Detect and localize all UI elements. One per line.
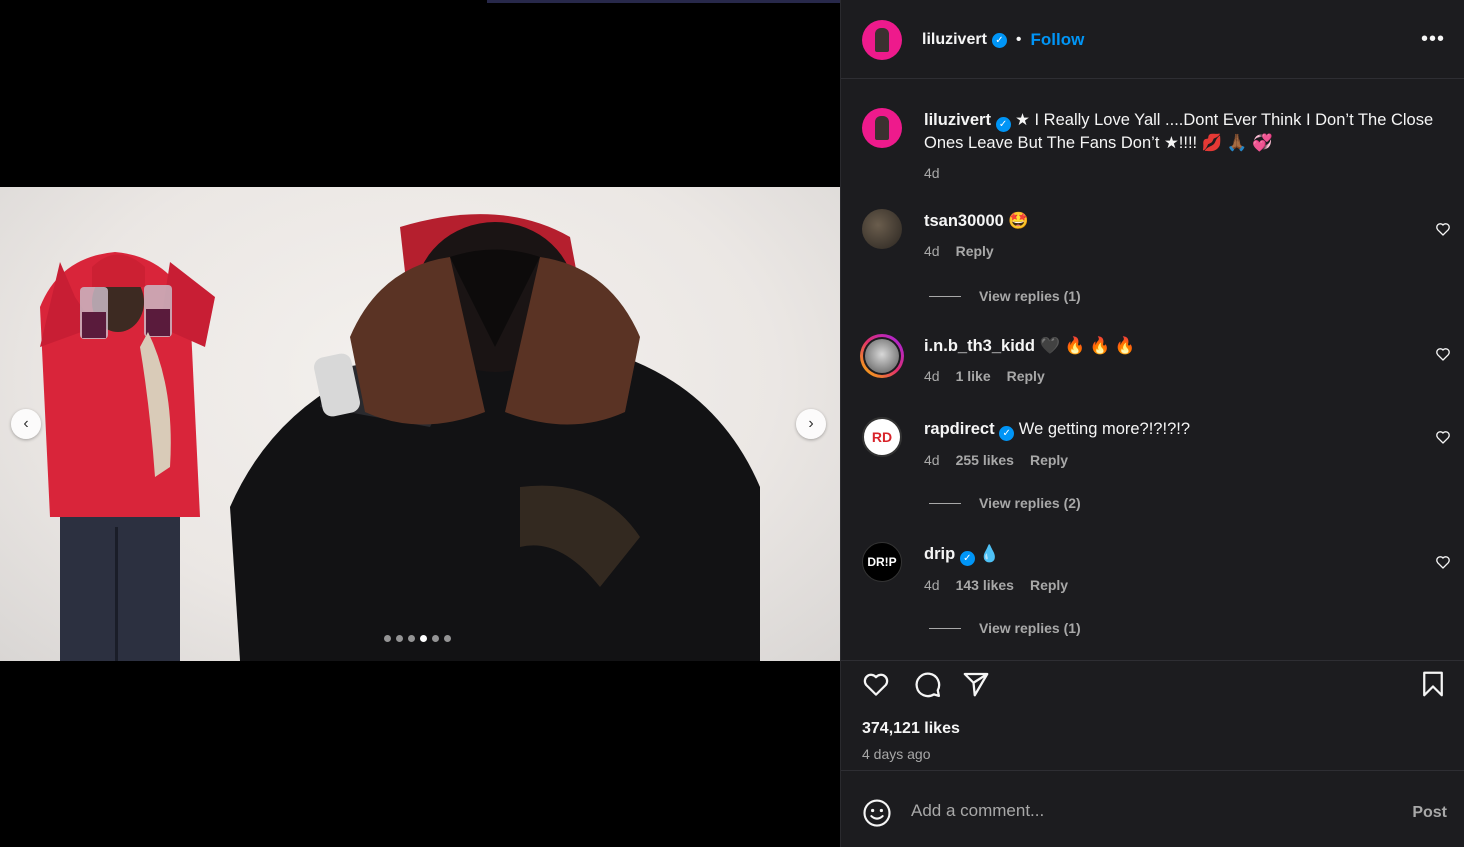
comment-composer: Post bbox=[841, 770, 1464, 847]
like-comment-heart-icon[interactable] bbox=[1435, 429, 1451, 445]
comment-text: 🖤 🔥 🔥 🔥 bbox=[1039, 337, 1136, 355]
view-replies-button[interactable]: View replies (1) bbox=[929, 620, 1081, 636]
comment-text: 🤩 bbox=[1008, 212, 1029, 230]
slide-dot bbox=[384, 635, 391, 642]
photo-illustration bbox=[40, 214, 760, 661]
replies-divider-line bbox=[929, 627, 961, 629]
like-comment-heart-icon[interactable] bbox=[1435, 554, 1451, 570]
comment-text: 💧 bbox=[979, 545, 1000, 563]
share-send-icon[interactable] bbox=[961, 669, 991, 699]
slide-dot bbox=[396, 635, 403, 642]
slide-dot bbox=[432, 635, 439, 642]
post-date: 4 days ago bbox=[862, 746, 931, 762]
slide-indicator bbox=[384, 635, 451, 642]
post-photo[interactable] bbox=[0, 187, 840, 661]
follow-button[interactable]: Follow bbox=[1031, 30, 1085, 50]
slide-dot-active bbox=[420, 635, 427, 642]
avatar-logo-text: RD bbox=[871, 429, 893, 445]
commenter-avatar[interactable]: RD bbox=[862, 417, 902, 457]
slide-dot bbox=[444, 635, 451, 642]
reply-button[interactable]: Reply bbox=[1030, 449, 1068, 471]
verified-badge-icon: ✓ bbox=[999, 426, 1015, 441]
more-options-icon[interactable]: ••• bbox=[1421, 28, 1445, 51]
commenter-avatar[interactable] bbox=[862, 209, 902, 249]
avatar-figure bbox=[875, 116, 889, 140]
media-top-strip bbox=[487, 0, 840, 3]
emoji-smiley-icon[interactable] bbox=[862, 798, 892, 828]
comment-body: i.n.b_th3_kidd 🖤 🔥 🔥 🔥 4d 1 like Reply bbox=[924, 335, 1425, 387]
view-replies-label: View replies (2) bbox=[979, 495, 1081, 511]
post-header: liluzivert ✓ • Follow ••• bbox=[841, 0, 1464, 79]
comment-text: We getting more?!?!?!? bbox=[1018, 420, 1191, 438]
caption-time: 4d bbox=[924, 165, 940, 181]
verified-badge-icon: ✓ bbox=[991, 32, 1007, 48]
chevron-right-icon: › bbox=[808, 415, 814, 432]
comment-username[interactable]: tsan30000 bbox=[924, 212, 1004, 230]
post-comment-button[interactable]: Post bbox=[1412, 804, 1447, 822]
comment-meta: 4d 143 likes Reply bbox=[924, 574, 1425, 596]
verified-badge-icon: ✓ bbox=[995, 117, 1011, 132]
author-username[interactable]: liluzivert bbox=[922, 31, 987, 49]
like-heart-icon[interactable] bbox=[861, 669, 891, 699]
commenter-avatar-story-ring[interactable] bbox=[860, 334, 904, 378]
comment-username[interactable]: rapdirect bbox=[924, 420, 995, 438]
comment-likes[interactable]: 143 likes bbox=[956, 574, 1014, 596]
comment-bubble-icon[interactable] bbox=[912, 669, 942, 699]
caption-avatar[interactable] bbox=[862, 108, 902, 148]
media-viewer: ‹ › bbox=[0, 0, 840, 847]
previous-slide-button[interactable]: ‹ bbox=[11, 409, 41, 439]
avatar-figure bbox=[875, 28, 889, 52]
like-comment-heart-icon[interactable] bbox=[1435, 346, 1451, 362]
bookmark-save-icon[interactable] bbox=[1418, 669, 1448, 699]
likes-count[interactable]: 374,121 likes bbox=[862, 720, 960, 738]
comment-username[interactable]: i.n.b_th3_kidd bbox=[924, 337, 1035, 355]
verified-badge-icon: ✓ bbox=[959, 551, 975, 566]
commenter-avatar[interactable]: DR!P bbox=[862, 542, 902, 582]
replies-divider-line bbox=[929, 295, 961, 297]
post-actions: 374,121 likes 4 days ago bbox=[841, 660, 1464, 770]
separator-dot: • bbox=[1015, 31, 1022, 48]
comment-body: rapdirect ✓ We getting more?!?!?!? 4d 25… bbox=[924, 418, 1425, 471]
view-replies-button[interactable]: View replies (1) bbox=[929, 288, 1081, 304]
avatar-photo bbox=[865, 339, 899, 373]
comment-time: 4d bbox=[924, 368, 940, 384]
caption-body: liluzivert ✓ ★ I Really Love Yall ....Do… bbox=[924, 109, 1447, 184]
replies-divider-line bbox=[929, 502, 961, 504]
author-avatar[interactable] bbox=[862, 20, 902, 60]
avatar-logo-text: DR!P bbox=[867, 555, 897, 569]
view-replies-button[interactable]: View replies (2) bbox=[929, 495, 1081, 511]
comment-likes[interactable]: 1 like bbox=[956, 365, 991, 387]
comment-meta: 4d Reply bbox=[924, 240, 1425, 262]
caption-username[interactable]: liluzivert bbox=[924, 111, 991, 129]
view-replies-label: View replies (1) bbox=[979, 620, 1081, 636]
reply-button[interactable]: Reply bbox=[956, 240, 994, 262]
caption-meta: 4d bbox=[924, 162, 1447, 184]
comment-meta: 4d 1 like Reply bbox=[924, 365, 1425, 387]
comment-username[interactable]: drip bbox=[924, 545, 955, 563]
reply-button[interactable]: Reply bbox=[1030, 574, 1068, 596]
comment-time: 4d bbox=[924, 452, 940, 468]
comments-list: liluzivert ✓ ★ I Really Love Yall ....Do… bbox=[841, 80, 1464, 660]
view-replies-label: View replies (1) bbox=[979, 288, 1081, 304]
comment-input[interactable] bbox=[911, 801, 1371, 821]
like-comment-heart-icon[interactable] bbox=[1435, 221, 1451, 237]
chevron-left-icon: ‹ bbox=[23, 415, 29, 432]
comment-time: 4d bbox=[924, 577, 940, 593]
comment-body: drip ✓ 💧 4d 143 likes Reply bbox=[924, 543, 1425, 596]
reply-button[interactable]: Reply bbox=[1007, 365, 1045, 387]
avatar-inner bbox=[863, 337, 901, 375]
comment-likes[interactable]: 255 likes bbox=[956, 449, 1014, 471]
slide-dot bbox=[408, 635, 415, 642]
comment-meta: 4d 255 likes Reply bbox=[924, 449, 1425, 471]
comment-body: tsan30000 🤩 4d Reply bbox=[924, 210, 1425, 262]
next-slide-button[interactable]: › bbox=[796, 409, 826, 439]
comment-time: 4d bbox=[924, 243, 940, 259]
post-details-panel: liluzivert ✓ • Follow ••• liluzivert ✓ ★… bbox=[840, 0, 1464, 847]
author-info: liluzivert ✓ • Follow bbox=[922, 30, 1084, 50]
